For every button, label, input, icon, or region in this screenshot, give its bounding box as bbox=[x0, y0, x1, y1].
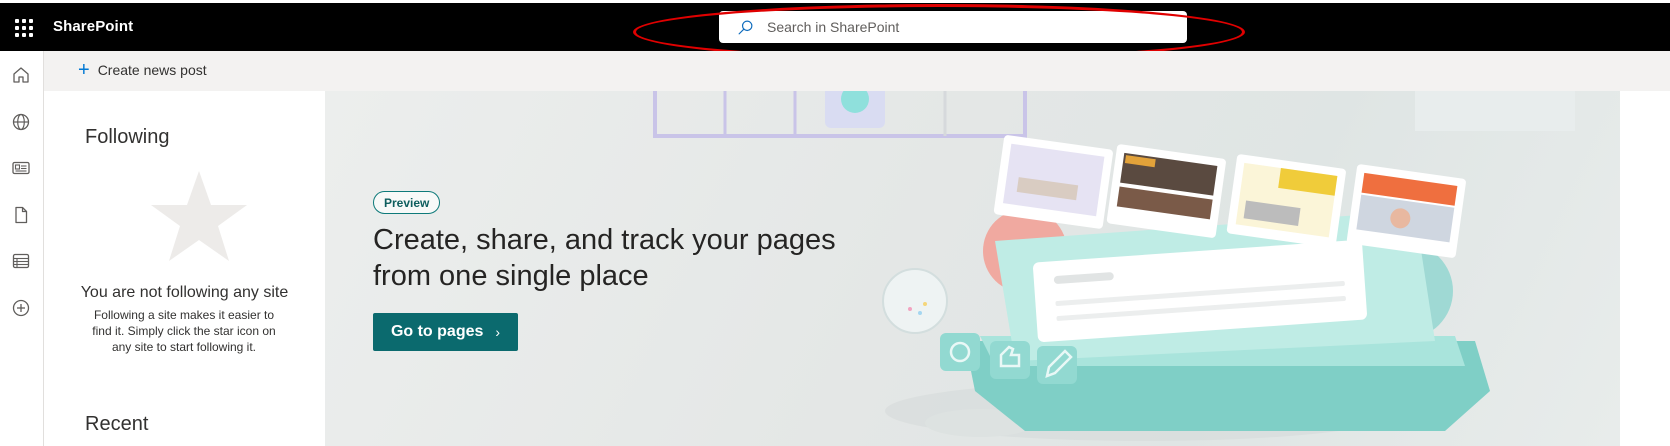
chevron-right-icon: › bbox=[495, 324, 501, 340]
create-news-post-label: Create news post bbox=[97, 62, 207, 78]
right-page-gutter bbox=[1620, 91, 1670, 446]
empty-state-description: Following a site makes it easier to find… bbox=[92, 308, 276, 354]
left-nav-rail bbox=[0, 51, 44, 446]
star-icon bbox=[151, 171, 247, 261]
document-icon[interactable] bbox=[10, 204, 32, 226]
app-launcher-icon[interactable] bbox=[8, 11, 40, 43]
home-icon[interactable] bbox=[10, 64, 32, 86]
globe-icon[interactable] bbox=[10, 111, 32, 133]
list-icon[interactable] bbox=[10, 250, 32, 272]
plus-icon: + bbox=[78, 59, 90, 81]
following-panel: Following You are not following any site… bbox=[44, 91, 325, 446]
hero-banner: Preview Create, share, and track your pa… bbox=[325, 91, 1620, 446]
go-to-pages-label: Go to pages bbox=[390, 323, 484, 340]
preview-badge: Preview bbox=[373, 191, 441, 214]
search-icon bbox=[738, 20, 753, 34]
search-box[interactable]: Search in SharePoint bbox=[719, 11, 1187, 43]
command-bar: + Create news post bbox=[44, 51, 1670, 91]
search-placeholder: Search in SharePoint bbox=[767, 19, 900, 35]
go-to-pages-button[interactable]: Go to pages › bbox=[373, 313, 518, 351]
app-name[interactable]: SharePoint bbox=[53, 18, 133, 35]
following-heading: Following bbox=[85, 126, 170, 148]
suite-header: SharePoint Search in SharePoint bbox=[0, 0, 1670, 51]
recent-heading: Recent bbox=[85, 413, 149, 435]
create-news-post-button[interactable]: + Create news post bbox=[78, 59, 207, 81]
hero-title: Create, share, and track your pages from… bbox=[373, 224, 836, 292]
empty-state-title: You are not following any site bbox=[80, 284, 289, 301]
add-circle-icon[interactable] bbox=[10, 297, 32, 319]
news-icon[interactable] bbox=[10, 157, 32, 179]
